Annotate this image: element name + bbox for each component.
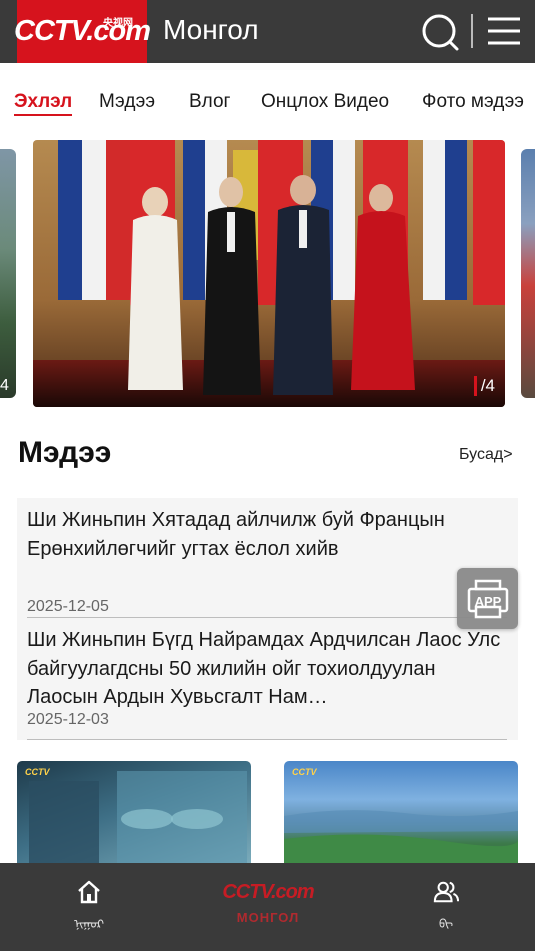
news-title: Ши Жиньпин Бүгд Найрамдах Ардчилсан Лаос… <box>27 629 501 708</box>
tab-vlog[interactable]: Влог <box>189 91 230 113</box>
top-header: CCTV.com 央视网 Монгол <box>0 0 535 63</box>
video-thumbnail[interactable]: CCTV <box>284 761 518 871</box>
menu-icon[interactable] <box>486 13 522 49</box>
tab-photo-news[interactable]: Фото мэдээ <box>422 91 524 113</box>
prev-slide-number: 4 <box>0 377 9 394</box>
carousel-next-slide[interactable] <box>521 149 535 398</box>
thumb-image <box>29 771 247 871</box>
carousel-slide[interactable]: /4 <box>33 140 505 407</box>
news-divider <box>27 617 507 618</box>
news-date: 2025-12-03 <box>27 711 109 728</box>
user-icon <box>433 881 459 903</box>
news-section-title: Мэдээ <box>18 436 112 469</box>
nav-home[interactable]: ᠨᠢᠭᠤᠷ <box>59 863 119 951</box>
app-download-button[interactable]: APP <box>457 568 518 629</box>
bottom-navigation: ᠨᠢᠭᠤᠷ CCTV.com МОНГОЛ ᠪᠢ <box>0 863 535 951</box>
news-list-item[interactable]: Ши Жиньпин Хятадад айлчилж буй Францын Е… <box>27 506 507 615</box>
nav-profile-label: ᠪᠢ <box>438 917 453 931</box>
home-icon <box>78 880 100 904</box>
news-more-link[interactable]: Бусад> <box>459 446 513 464</box>
thumb-image <box>284 810 518 871</box>
news-list: Ши Жиньпин Хятадад айлчилж буй Францын Е… <box>17 498 518 740</box>
nav-center-label: МОНГОЛ <box>236 910 300 925</box>
news-title: Ши Жиньпин Хятадад айлчилж буй Францын Е… <box>27 509 445 560</box>
nav-home-label: ᠨᠢᠭᠤᠷ <box>74 917 104 931</box>
category-tabs: Эхлэл Мэдээ Влог Онцлох Видео Фото мэдээ <box>0 63 535 135</box>
logo-cn-text: 央视网 <box>103 18 133 29</box>
slide-counter: /4 <box>473 376 495 396</box>
slide-counter-total: /4 <box>480 376 495 395</box>
header-divider <box>471 14 473 48</box>
slide-indicator-bar <box>473 376 477 396</box>
hero-carousel[interactable]: 4 /4 <box>0 140 535 408</box>
cctv-logo[interactable]: CCTV.com 央视网 <box>14 0 151 63</box>
tab-featured-video[interactable]: Онцлох Видео <box>261 91 389 113</box>
search-icon[interactable] <box>420 12 460 52</box>
news-divider <box>27 739 507 740</box>
slide-image <box>33 140 505 407</box>
nav-profile[interactable]: ᠪᠢ <box>416 863 476 951</box>
page-title: Монгол <box>163 14 259 45</box>
tab-news[interactable]: Мэдээ <box>99 91 155 113</box>
app-icon: APP <box>467 579 508 618</box>
news-list-item[interactable]: Ши Жиньпин Бүгд Найрамдах Ардчилсан Лаос… <box>27 626 507 728</box>
video-thumbnail[interactable]: CCTV <box>17 761 251 871</box>
news-date: 2025-12-05 <box>27 598 109 615</box>
carousel-prev-slide[interactable]: 4 <box>0 149 16 398</box>
app-label: APP <box>474 594 501 609</box>
nav-cctv-logo: CCTV.com <box>222 881 314 903</box>
tab-home[interactable]: Эхлэл <box>14 91 73 116</box>
nav-cctv-mongol[interactable]: CCTV.com МОНГОЛ <box>218 863 318 951</box>
